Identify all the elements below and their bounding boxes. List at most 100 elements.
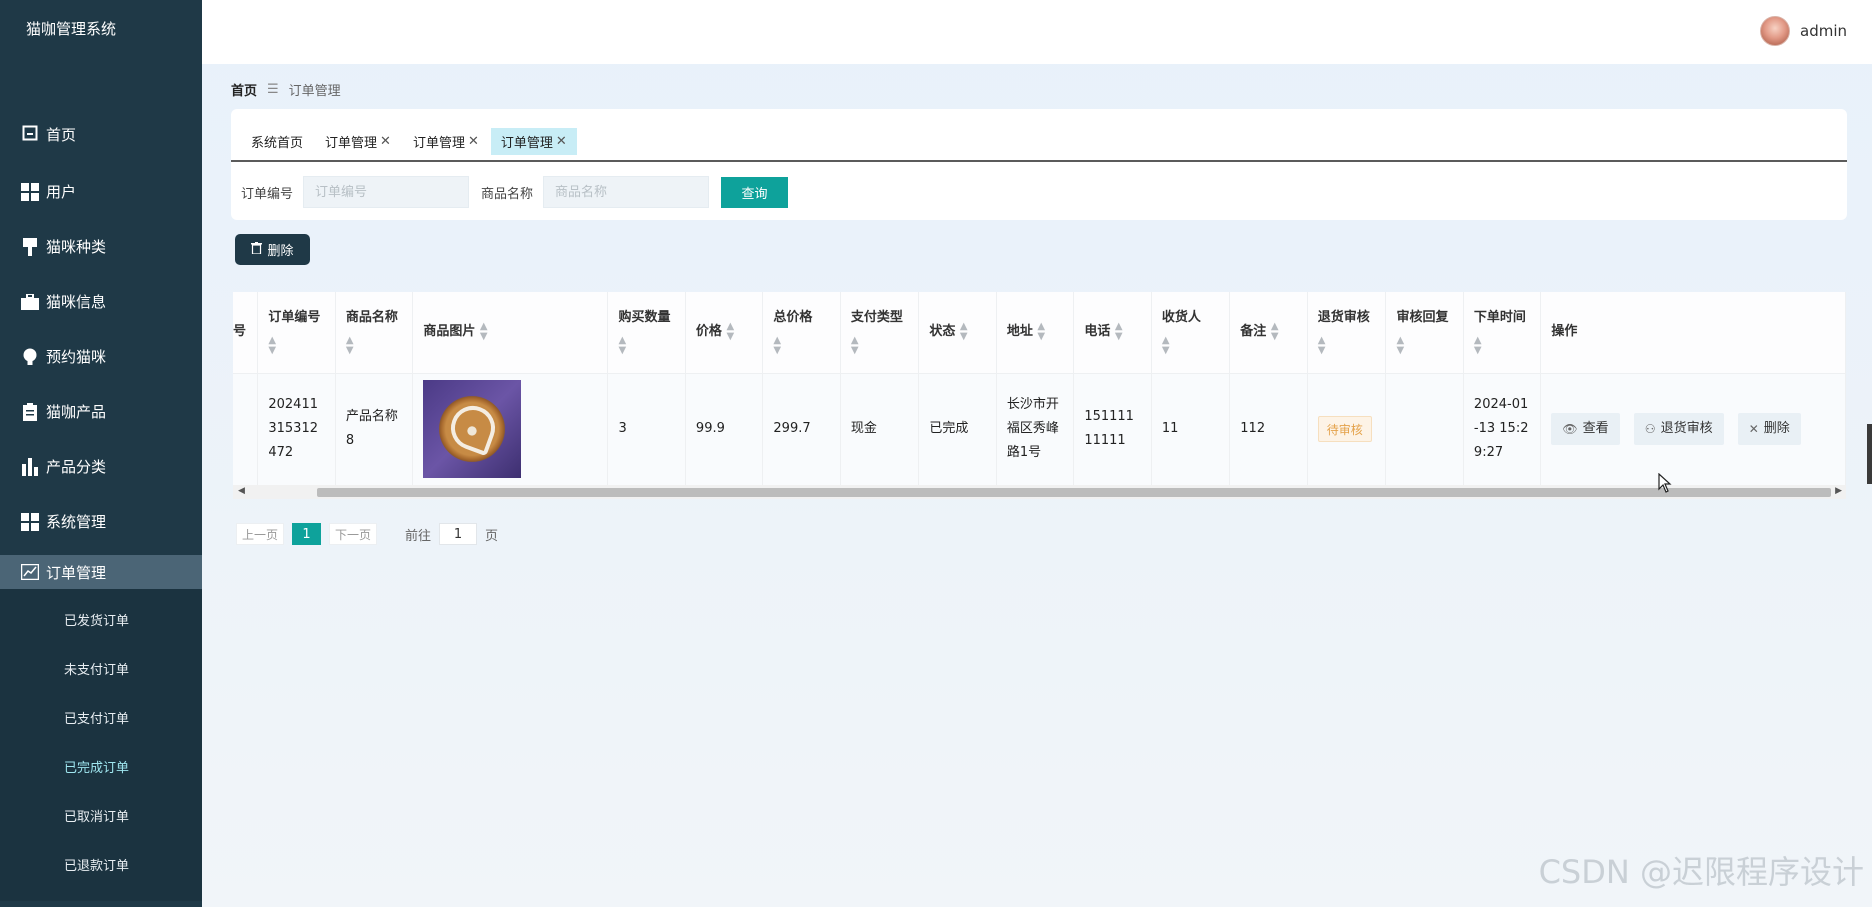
cell-address: 长沙市开福区秀峰路1号 (996, 373, 1075, 485)
col-product-image[interactable]: 商品图片 ▲ ▼ (412, 292, 609, 374)
tab-orders-2[interactable]: 订单管理 ✕ (403, 128, 489, 155)
col-remark[interactable]: 备注 ▲ ▼ (1229, 292, 1308, 374)
sidebar-menu: 首页 用户 猫咪种类 猫咪信息 预约猫咪 猫咖产品 产品分类 系统管理 订单管理… (0, 116, 202, 901)
col-order-time[interactable]: 下单时间 ▲ ▼ (1463, 292, 1542, 374)
avatar[interactable] (1760, 16, 1790, 46)
col-receiver[interactable]: 收货人 ▲ ▼ (1151, 292, 1231, 374)
breadcrumb-home[interactable]: 首页 (231, 80, 257, 99)
col-order-no[interactable]: 订单编号 ▲ ▼ (257, 292, 336, 374)
table-horizontal-scrollbar[interactable]: ◀ ▶ (233, 485, 1846, 499)
user-menu[interactable]: admin (1760, 16, 1847, 46)
tab-label: 订单管理 (412, 136, 465, 151)
close-icon[interactable]: ✕ (468, 134, 479, 149)
scroll-left-icon[interactable]: ◀ (238, 486, 245, 496)
sidebar-item-system[interactable]: 系统管理 (0, 494, 202, 549)
product-name-input[interactable] (543, 176, 710, 208)
row-delete-label: 删除 (1763, 421, 1790, 437)
scroll-right-icon[interactable]: ▶ (1835, 486, 1842, 496)
cell-product-name: 产品名称8 (335, 373, 414, 485)
sidebar-item-home[interactable]: 首页 (0, 124, 202, 164)
submenu-shipped-orders[interactable]: 已发货订单 (0, 595, 202, 644)
table-header-row: 号 订单编号 ▲ ▼ 商品名称 ▲ ▼ 商品图片 ▲ ▼ 购买数量 ▲ ▼ 价格 ▲ ▼ 总价格… (233, 292, 1846, 374)
cell-status: 已完成 (918, 373, 997, 485)
col-address[interactable]: 地址 ▲ ▼ (996, 292, 1075, 374)
return-review-button[interactable]: ⚇ 退货审核 (1633, 413, 1724, 446)
orders-table: 号 订单编号 ▲ ▼ 商品名称 ▲ ▼ 商品图片 ▲ ▼ 购买数量 ▲ ▼ 价格 ▲ ▼ 总价格… (233, 292, 1846, 499)
pagination: 上一页 1 下一页 前往 页 (236, 523, 498, 545)
status-badge: 待审核 (1317, 415, 1372, 442)
user-check-icon: ⚇ (1644, 422, 1656, 437)
cell-phone: 15111111111 (1073, 373, 1152, 485)
close-icon: ✕ (1748, 422, 1759, 437)
page-number[interactable]: 1 (292, 523, 322, 545)
bar-chart-icon (20, 457, 40, 476)
trend-icon (20, 563, 40, 581)
tab-orders-1[interactable]: 订单管理 ✕ (315, 128, 401, 155)
goto-page-input[interactable] (439, 523, 478, 545)
watermark: CSDN @迟限程序设计 (1538, 853, 1864, 891)
sidebar-item-product-categories[interactable]: 产品分类 (0, 439, 202, 494)
prev-page-button[interactable]: 上一页 (236, 523, 285, 545)
sort-icon: ▲ ▼ (1161, 334, 1170, 356)
tab-divider (231, 160, 1847, 162)
sort-icon: ▲ ▼ (1114, 320, 1123, 342)
sidebar-item-users[interactable]: 用户 (0, 164, 202, 219)
submenu-refunded-orders[interactable]: 已退款订单 (0, 840, 202, 889)
clipboard-icon (20, 402, 40, 421)
batch-delete-button[interactable]: 删除 (235, 234, 310, 265)
bulb-icon (20, 348, 40, 366)
page-scrollbar[interactable] (1867, 424, 1872, 484)
col-product-name[interactable]: 商品名称 ▲ ▼ (335, 292, 414, 374)
query-button[interactable]: 查询 (721, 176, 789, 208)
sidebar-item-label: 预约猫咪 (46, 348, 107, 366)
col-phone[interactable]: 电话 ▲ ▼ (1073, 292, 1152, 374)
cell-actions: 👁 查看 ⚇ 退货审核 ✕ 删除 (1540, 373, 1846, 485)
col-pay-type[interactable]: 支付类型 ▲ ▼ (840, 292, 920, 374)
tab-label: 订单管理 (500, 136, 553, 151)
col-status[interactable]: 状态 ▲ ▼ (918, 292, 997, 374)
sidebar-item-reserve-cat[interactable]: 预约猫咪 (0, 329, 202, 384)
scrollbar-thumb[interactable] (317, 488, 1831, 497)
submenu-unpaid-orders[interactable]: 未支付订单 (0, 644, 202, 693)
breadcrumb: 首页 ☰ 订单管理 (231, 80, 341, 99)
cell-order-no: 202411315312472 (257, 373, 336, 485)
view-button[interactable]: 👁 查看 (1551, 413, 1620, 446)
cell-order-time: 2024-01-13 15:29:27 (1463, 373, 1542, 485)
cell-product-image (412, 373, 609, 485)
brush-icon (20, 237, 40, 256)
sidebar-item-orders[interactable]: 订单管理 (0, 555, 202, 589)
col-total[interactable]: 总价格 ▲ ▼ (762, 292, 841, 374)
order-no-input[interactable] (303, 176, 470, 208)
grid-icon (20, 512, 40, 531)
sort-icon: ▲ ▼ (726, 320, 735, 342)
next-page-button[interactable]: 下一页 (329, 523, 378, 545)
menu-separator-icon: ☰ (267, 82, 279, 97)
sort-icon: ▲ ▼ (1396, 334, 1405, 356)
close-icon[interactable]: ✕ (556, 134, 567, 149)
product-image[interactable] (423, 380, 522, 479)
trash-icon (251, 242, 263, 257)
sidebar-item-cat-info[interactable]: 猫咪信息 (0, 274, 202, 329)
review-label: 退货审核 (1660, 421, 1713, 437)
sidebar: 猫咖管理系统 首页 用户 猫咪种类 猫咪信息 预约猫咪 猫咖产品 产品分类 系统… (0, 0, 202, 907)
submenu-cancelled-orders[interactable]: 已取消订单 (0, 791, 202, 840)
tab-system-home[interactable]: 系统首页 (241, 128, 313, 155)
cell-receiver: 11 (1151, 373, 1231, 485)
sidebar-item-products[interactable]: 猫咖产品 (0, 384, 202, 439)
sidebar-item-cat-types[interactable]: 猫咪种类 (0, 219, 202, 274)
app-title: 猫咖管理系统 (26, 20, 117, 38)
col-return-review[interactable]: 退货审核 ▲ ▼ (1307, 292, 1387, 374)
tab-orders-3[interactable]: 订单管理 ✕ (490, 128, 577, 155)
col-review-reply[interactable]: 审核回复 ▲ ▼ (1385, 292, 1464, 374)
col-quantity[interactable]: 购买数量 ▲ ▼ (607, 292, 686, 374)
home-icon (20, 124, 40, 142)
row-delete-button[interactable]: ✕ 删除 (1737, 413, 1801, 446)
sort-icon: ▲ ▼ (618, 334, 627, 356)
col-price[interactable]: 价格 ▲ ▼ (685, 292, 764, 374)
submenu-completed-orders[interactable]: 已完成订单 (0, 742, 202, 791)
submenu-paid-orders[interactable]: 已支付订单 (0, 693, 202, 742)
tab-bar: 系统首页 订单管理 ✕ 订单管理 ✕ 订单管理 ✕ (241, 128, 579, 155)
cell-quantity: 3 (607, 373, 686, 485)
close-icon[interactable]: ✕ (380, 134, 391, 149)
sidebar-item-label: 产品分类 (46, 458, 107, 476)
